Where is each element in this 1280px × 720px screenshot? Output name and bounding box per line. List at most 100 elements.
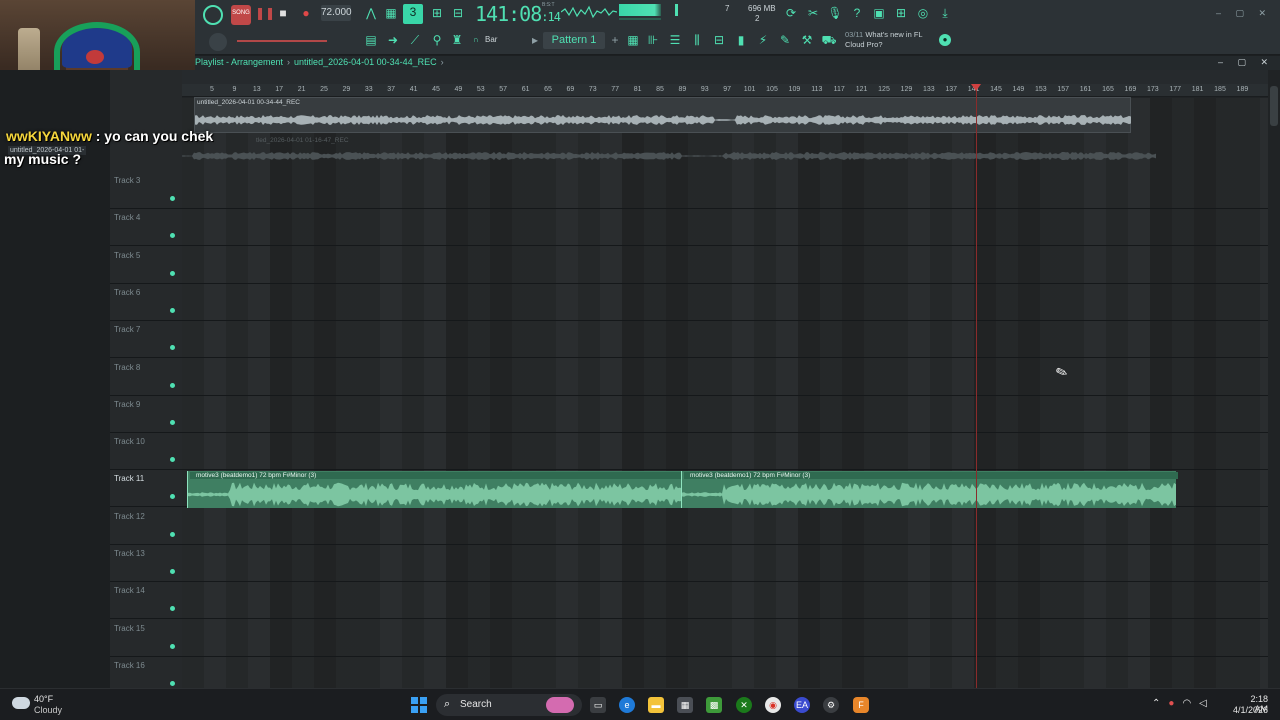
track-name[interactable]: Track 8 (114, 363, 140, 372)
track-mute-led-icon[interactable] (170, 643, 175, 649)
track-row[interactable]: Track 13 (110, 545, 1268, 582)
track-mute-led-icon[interactable] (170, 307, 175, 313)
track-row[interactable]: Track 8 (110, 359, 1268, 396)
audio-clip-motive-2[interactable]: motive3 (beatdemo1) 72 bpm F#Minor (3) (681, 471, 1178, 508)
windows-start-icon[interactable] (411, 697, 427, 713)
pause-icon[interactable]: ❚❚ (255, 5, 275, 21)
step-edit-icon[interactable]: ⊞ (429, 5, 445, 21)
audio-clip-rec-1[interactable]: untitled_2026-04-01 00-34-44_REC (194, 97, 1131, 133)
fl-studio-icon[interactable]: F (853, 697, 869, 713)
add-pattern-icon[interactable]: + (607, 32, 623, 48)
tools-icon[interactable]: ⚒ (799, 32, 815, 48)
countdown-icon[interactable]: 3 (403, 4, 423, 24)
shop-icon[interactable]: ⛟ (821, 32, 837, 48)
weather-description[interactable]: Cloudy (34, 705, 62, 715)
playlist-title-bar[interactable]: Playlist - Arrangement › untitled_2026-04-… (195, 57, 448, 67)
pattern-prev-icon[interactable]: ▸ (527, 32, 543, 48)
track-name[interactable]: Track 13 (114, 549, 145, 558)
track-name[interactable]: Track 9 (114, 400, 140, 409)
playhead-marker[interactable] (971, 84, 981, 91)
settings-gear-icon[interactable]: ⚙ (823, 697, 839, 713)
track-row[interactable]: Track 4 (110, 209, 1268, 247)
playlist-window-icon[interactable]: ▦ (625, 32, 641, 48)
playhead-line[interactable] (976, 84, 977, 688)
track-mute-led-icon[interactable] (170, 419, 175, 425)
chat-icon[interactable]: ◎ (915, 5, 931, 21)
track-mute-led-icon[interactable] (170, 531, 175, 537)
pattern-selector[interactable]: Pattern 1 (543, 32, 605, 49)
track-row[interactable]: Track 12 (110, 508, 1268, 545)
song-mode-icon[interactable]: SONG (231, 5, 251, 25)
track-name[interactable]: Track 3 (114, 176, 140, 185)
link-icon[interactable]: ⚲ (429, 32, 445, 48)
track-mute-led-icon[interactable] (170, 270, 175, 276)
system-tray[interactable]: ⌃●◠◁ (1152, 698, 1215, 709)
track-row[interactable]: Track 6 (110, 284, 1268, 321)
file-explorer-icon[interactable]: ▬ (648, 697, 664, 713)
news-panel[interactable]: 03/11 What's new in FL Cloud Pro? (845, 30, 923, 50)
channel-rack-icon[interactable]: ⊪ (645, 32, 661, 48)
piano-roll-icon[interactable]: ▤ (363, 32, 379, 48)
track-name[interactable]: Track 12 (114, 512, 145, 521)
track-mute-led-icon[interactable] (170, 494, 175, 500)
ea-app-icon[interactable]: EA (794, 697, 810, 713)
track-row[interactable]: Track 10 (110, 433, 1268, 471)
track-name[interactable]: Track 11 (114, 474, 144, 483)
browser-icon[interactable]: ⊟ (711, 32, 727, 48)
track-mute-led-icon[interactable] (170, 233, 175, 239)
track-mute-led-icon[interactable] (170, 382, 175, 388)
cloud-icon[interactable] (12, 697, 30, 709)
snap-tools-icon[interactable]: ✂ (805, 5, 821, 21)
clock-date[interactable]: 4/1/2026 (1226, 705, 1268, 715)
undo-history-icon[interactable]: ⟳ (783, 5, 799, 21)
track-name[interactable]: Track 5 (114, 251, 140, 260)
track-mute-led-icon[interactable] (170, 196, 175, 201)
brush-icon[interactable]: ✎ (777, 32, 793, 48)
slice-tool-icon[interactable]: ⟋ (407, 32, 423, 48)
taskbar-search-box[interactable]: ⌕ Search (436, 694, 582, 716)
wait-input-icon[interactable]: ▦ (383, 5, 399, 21)
piano-roll-window-icon[interactable]: ☰ (667, 32, 683, 48)
loop-record-icon[interactable]: ⊟ (450, 5, 466, 21)
track-name[interactable]: Track 16 (114, 661, 145, 670)
online-icon[interactable]: ● (939, 34, 951, 46)
next-icon[interactable]: ➜ (385, 32, 401, 48)
microsoft-store-icon[interactable]: ▦ (677, 697, 693, 713)
minecraft-icon[interactable]: ▩ (706, 697, 722, 713)
track-row[interactable]: Track 15 (110, 620, 1268, 657)
master-pitch-knob[interactable] (209, 33, 227, 51)
edge-browser-icon[interactable]: e (619, 697, 635, 713)
audio-clip-rec-2[interactable]: tled_2026-04-01 01-16-47_REC (182, 135, 1157, 169)
track-row[interactable]: Track 5 (110, 247, 1268, 284)
plugin-icon[interactable]: ⚡ (755, 32, 771, 48)
window-controls[interactable]: – ▢ ✕ (1216, 8, 1272, 19)
track-mute-led-icon[interactable] (170, 606, 175, 612)
mixer-window-icon[interactable]: ⫼ (689, 32, 705, 48)
download-icon[interactable]: ⤓ (937, 5, 953, 21)
stop-icon[interactable]: ■ (275, 5, 291, 21)
playlist-window-controls[interactable]: – ▢ ✕ (1218, 57, 1274, 68)
time-ruler[interactable]: 5 9 13 17 21 25 29 33 37 41 45 49 53 57 61 65 69 73 77 81 85… (182, 84, 1268, 97)
track-row[interactable]: Track 14 (110, 582, 1268, 620)
wifi-icon[interactable]: ◠ (1182, 698, 1199, 709)
track-mute-led-icon[interactable] (170, 569, 175, 574)
track-row[interactable]: Track 3 (110, 172, 1268, 209)
xbox-icon[interactable]: ✕ (736, 697, 752, 713)
help-icon[interactable]: ? (849, 5, 865, 21)
track-mute-led-icon[interactable] (170, 680, 175, 686)
task-view-icon[interactable]: ▭ (590, 697, 606, 713)
track-name[interactable]: Track 7 (114, 325, 140, 334)
track-name[interactable]: Track 10 (114, 437, 145, 446)
track-row[interactable]: Track 9 (110, 396, 1268, 433)
track-name[interactable]: Track 4 (114, 213, 140, 222)
snap-selector[interactable]: ∩ Bar (467, 32, 525, 48)
volume-icon[interactable]: ◁ (1199, 698, 1215, 709)
chrome-icon[interactable]: ◉ (765, 697, 781, 713)
microphone-icon[interactable]: 🎙 (827, 5, 843, 21)
record-icon[interactable]: ● (298, 5, 314, 21)
hint-bar-icon[interactable] (203, 5, 223, 25)
track-name[interactable]: Track 14 (114, 586, 145, 595)
master-pitch-slider[interactable] (237, 40, 327, 42)
weather-temperature[interactable]: 40°F (34, 694, 53, 704)
tempo-display[interactable]: 72.000 (321, 5, 352, 21)
